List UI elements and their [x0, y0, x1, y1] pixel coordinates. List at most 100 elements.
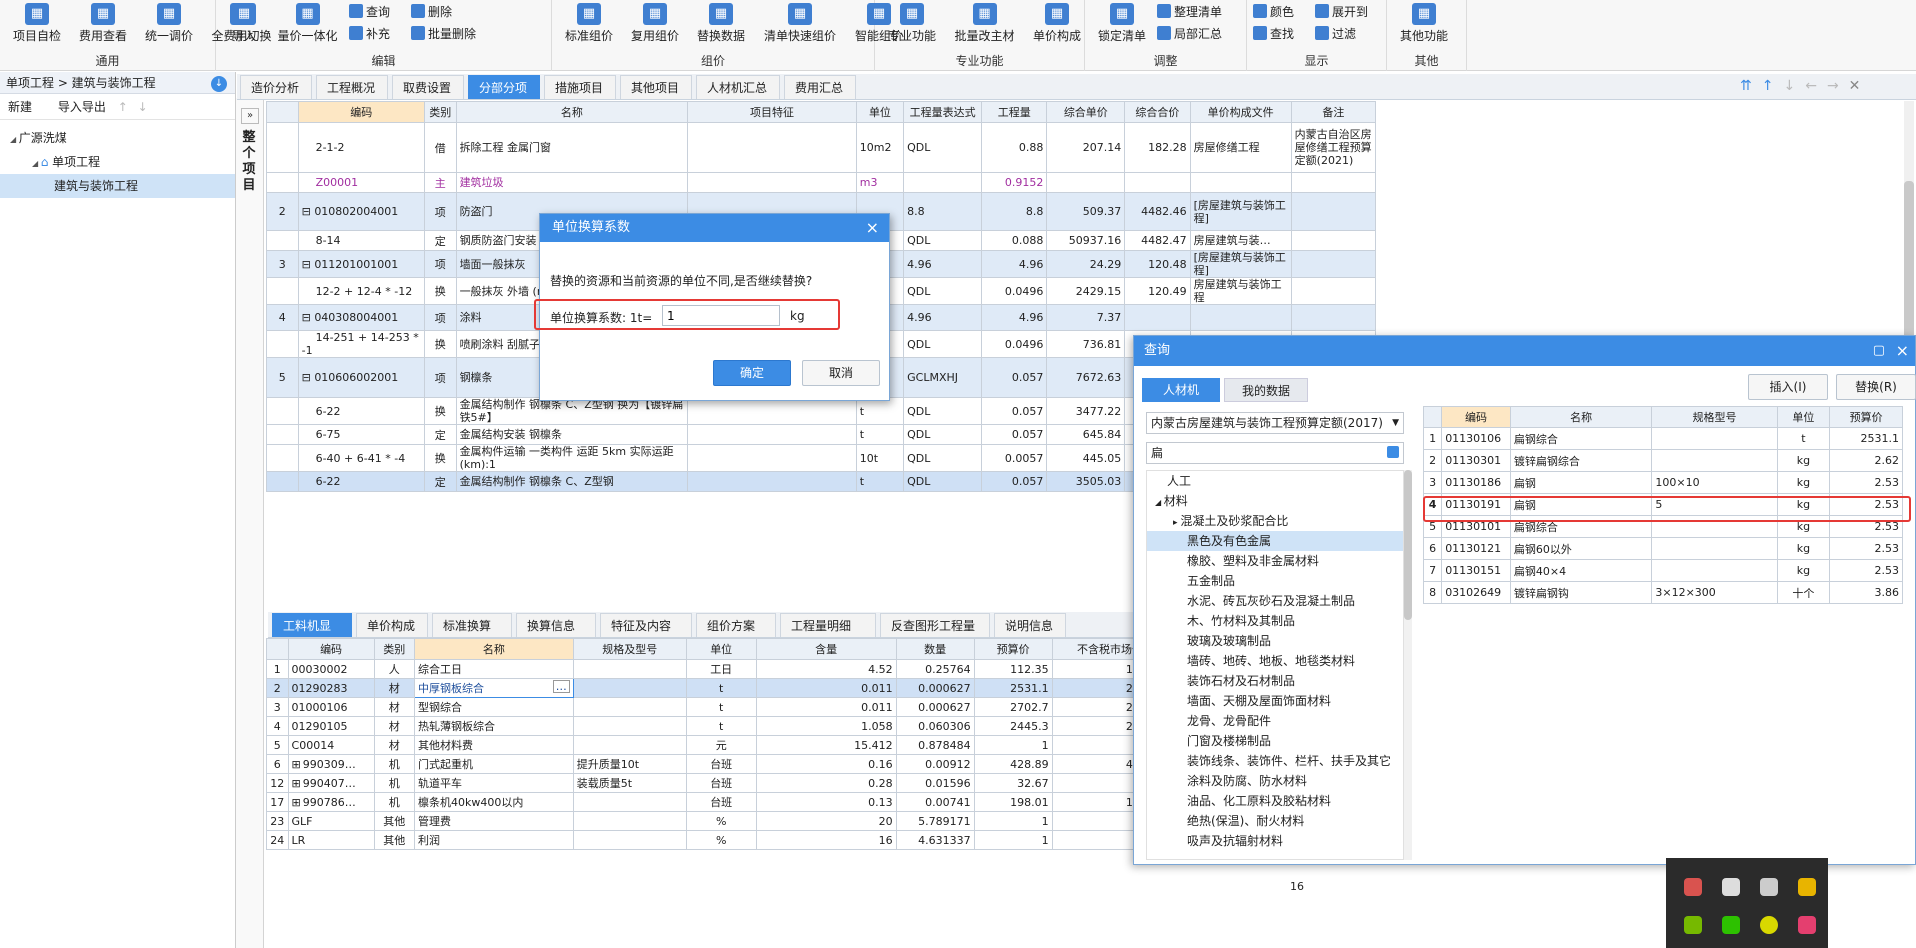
result-row[interactable]: 3 01130186 扁钢 100×10 kg 2.53	[1423, 471, 1903, 494]
cancel-button[interactable]: 取消	[802, 360, 880, 386]
result-cell-seq[interactable]: 8	[1423, 581, 1443, 604]
item-cell-file[interactable]: 房屋建筑与装…	[1189, 230, 1292, 251]
item-cell-expr[interactable]: QDL	[903, 471, 983, 492]
item-cell-code[interactable]: ⊟ 010802004001	[297, 192, 425, 231]
ribbon-button[interactable]: ▦ 锁定清单	[1091, 3, 1153, 44]
item-cell-code[interactable]: 6-40 + 6-41 * -4	[297, 444, 425, 472]
resource-header-cell[interactable]: 预算价	[973, 638, 1053, 660]
category-item[interactable]: 五金制品	[1147, 571, 1403, 591]
item-cell-file[interactable]	[1189, 172, 1292, 193]
category-item[interactable]: 涂料及防腐、防水材料	[1147, 771, 1403, 791]
item-cell-qty[interactable]: 8.8	[981, 192, 1048, 231]
resource-cell-qty[interactable]: 0.00912	[895, 754, 975, 774]
usb-icon[interactable]	[1722, 878, 1740, 896]
resource-cell-name[interactable]: 利润	[413, 830, 574, 850]
item-cell-feature[interactable]	[687, 122, 857, 173]
result-cell-name[interactable]: 镀锌扁钢综合	[1509, 449, 1653, 472]
ribbon-small-button[interactable]: 查询	[349, 2, 390, 22]
result-cell-unit[interactable]: t	[1776, 427, 1831, 450]
expand-icon[interactable]: ◢	[10, 135, 19, 144]
item-cell-code[interactable]: 8-14	[297, 230, 425, 251]
item-cell-type[interactable]: 换	[423, 397, 457, 425]
item-cell-code[interactable]: ⊟ 011201001001	[297, 250, 425, 278]
resource-cell-type[interactable]: 机	[373, 773, 415, 793]
item-cell-qty[interactable]: 0.057	[981, 424, 1048, 445]
item-cell-qty[interactable]: 0.057	[981, 357, 1048, 398]
resource-cell-spec[interactable]: 装载质量5t	[572, 773, 687, 793]
result-cell-seq[interactable]: 2	[1423, 449, 1443, 472]
ellipsis-button[interactable]: …	[552, 680, 570, 693]
resource-cell-budget[interactable]: 32.67	[973, 773, 1053, 793]
item-cell-price[interactable]: 3505.03	[1046, 471, 1126, 492]
resource-header-cell[interactable]: 名称	[413, 638, 574, 660]
main-tab[interactable]: 工程概况	[316, 75, 388, 99]
import-export-button[interactable]: 导入导出	[58, 100, 106, 114]
move-down-arrow-icon[interactable]: ↓	[1783, 78, 1805, 94]
item-cell-type[interactable]: 换	[423, 444, 457, 472]
result-cell-seq[interactable]: 1	[1423, 427, 1443, 450]
left-arrow-icon[interactable]: ←	[1805, 78, 1827, 94]
category-item[interactable]: 油品、化工原料及胶粘材料	[1147, 791, 1403, 811]
result-cell-name[interactable]: 镀锌扁钢钩	[1509, 581, 1653, 604]
resource-cell-type[interactable]: 人	[373, 659, 415, 679]
resource-cell-spec[interactable]	[572, 697, 687, 717]
item-cell-file[interactable]: 房屋修缮工程	[1189, 122, 1292, 173]
item-cell-type[interactable]: 换	[423, 330, 457, 358]
category-item[interactable]: ▸ 混凝土及砂浆配合比	[1147, 511, 1403, 531]
item-cell-unit[interactable]: 10m2	[855, 122, 905, 173]
result-cell-code[interactable]: 01130151	[1441, 559, 1511, 582]
result-header-cell[interactable]: 单位	[1776, 406, 1831, 428]
item-cell-type[interactable]: 定	[423, 424, 457, 445]
ribbon-button[interactable]: ▦ 替换数据	[690, 3, 752, 44]
result-header-cell[interactable]: 规格型号	[1651, 406, 1778, 428]
item-cell-unit[interactable]: t	[855, 471, 905, 492]
item-cell-price[interactable]: 24.29	[1046, 250, 1126, 278]
item-cell-price[interactable]: 50937.16	[1046, 230, 1126, 251]
search-icon[interactable]	[1387, 446, 1399, 458]
resource-cell-qty[interactable]: 0.000627	[895, 697, 975, 717]
resource-cell-code[interactable]: GLF	[287, 811, 375, 831]
result-row[interactable]: 8 03102649 镀锌扁钢钩 3×12×300 十个 3.86	[1423, 581, 1903, 604]
resource-cell-seq[interactable]: 3	[266, 697, 289, 717]
item-cell-feature[interactable]	[687, 471, 857, 492]
result-cell-unit[interactable]: 十个	[1776, 581, 1831, 604]
category-item[interactable]: 黑色及有色金属	[1147, 531, 1403, 551]
item-cell-total[interactable]	[1124, 172, 1191, 193]
category-item[interactable]: 龙骨、龙骨配件	[1147, 711, 1403, 731]
main-tab[interactable]: 费用汇总	[784, 75, 856, 99]
resource-cell-seq[interactable]: 4	[266, 716, 289, 736]
result-header-cell[interactable]: 名称	[1509, 406, 1653, 428]
item-cell-qty[interactable]: 0.088	[981, 230, 1048, 251]
item-cell-code[interactable]: 6-22	[297, 471, 425, 492]
ribbon-small-button[interactable]: 删除	[411, 2, 452, 22]
item-cell-qty[interactable]: 4.96	[981, 250, 1048, 278]
resource-cell-unit[interactable]: t	[685, 716, 757, 736]
resource-cell-seq[interactable]: 12	[266, 773, 289, 793]
resource-cell-name[interactable]: 管理费	[413, 811, 574, 831]
item-cell-feature[interactable]	[687, 172, 857, 193]
category-item[interactable]: 人工	[1147, 471, 1403, 491]
item-cell-price[interactable]: 3477.22	[1046, 397, 1126, 425]
item-cell-file[interactable]	[1189, 304, 1292, 331]
resource-cell-unit[interactable]: t	[685, 697, 757, 717]
main-tab[interactable]: 其他项目	[620, 75, 692, 99]
result-row[interactable]: 7 01130151 扁钢40×4 kg 2.53	[1423, 559, 1903, 582]
resource-header-cell[interactable]: 含量	[755, 638, 897, 660]
resource-cell-unit[interactable]: 元	[685, 735, 757, 755]
resource-cell-budget[interactable]: 428.89	[973, 754, 1053, 774]
item-cell-file[interactable]: 房屋建筑与装饰工程	[1189, 277, 1292, 305]
ribbon-button[interactable]: ▦ 其他功能	[1393, 3, 1455, 44]
resource-cell-content[interactable]: 16	[755, 830, 897, 850]
resource-cell-content[interactable]: 0.28	[755, 773, 897, 793]
confirm-button[interactable]: 确定	[713, 360, 791, 386]
result-cell-price[interactable]: 2531.1	[1829, 427, 1903, 450]
item-cell-seq[interactable]	[266, 471, 299, 492]
result-row[interactable]: 6 01130121 扁钢60以外 kg 2.53	[1423, 537, 1903, 560]
category-item[interactable]: 装饰石材及石材制品	[1147, 671, 1403, 691]
close-icon[interactable]: ×	[866, 214, 879, 242]
grid-header-cell[interactable]: 编码	[297, 101, 425, 123]
item-cell-price[interactable]: 736.81	[1046, 330, 1126, 358]
item-cell-expr[interactable]: QDL	[903, 424, 983, 445]
resource-cell-spec[interactable]	[572, 735, 687, 755]
result-cell-seq[interactable]: 7	[1423, 559, 1443, 582]
